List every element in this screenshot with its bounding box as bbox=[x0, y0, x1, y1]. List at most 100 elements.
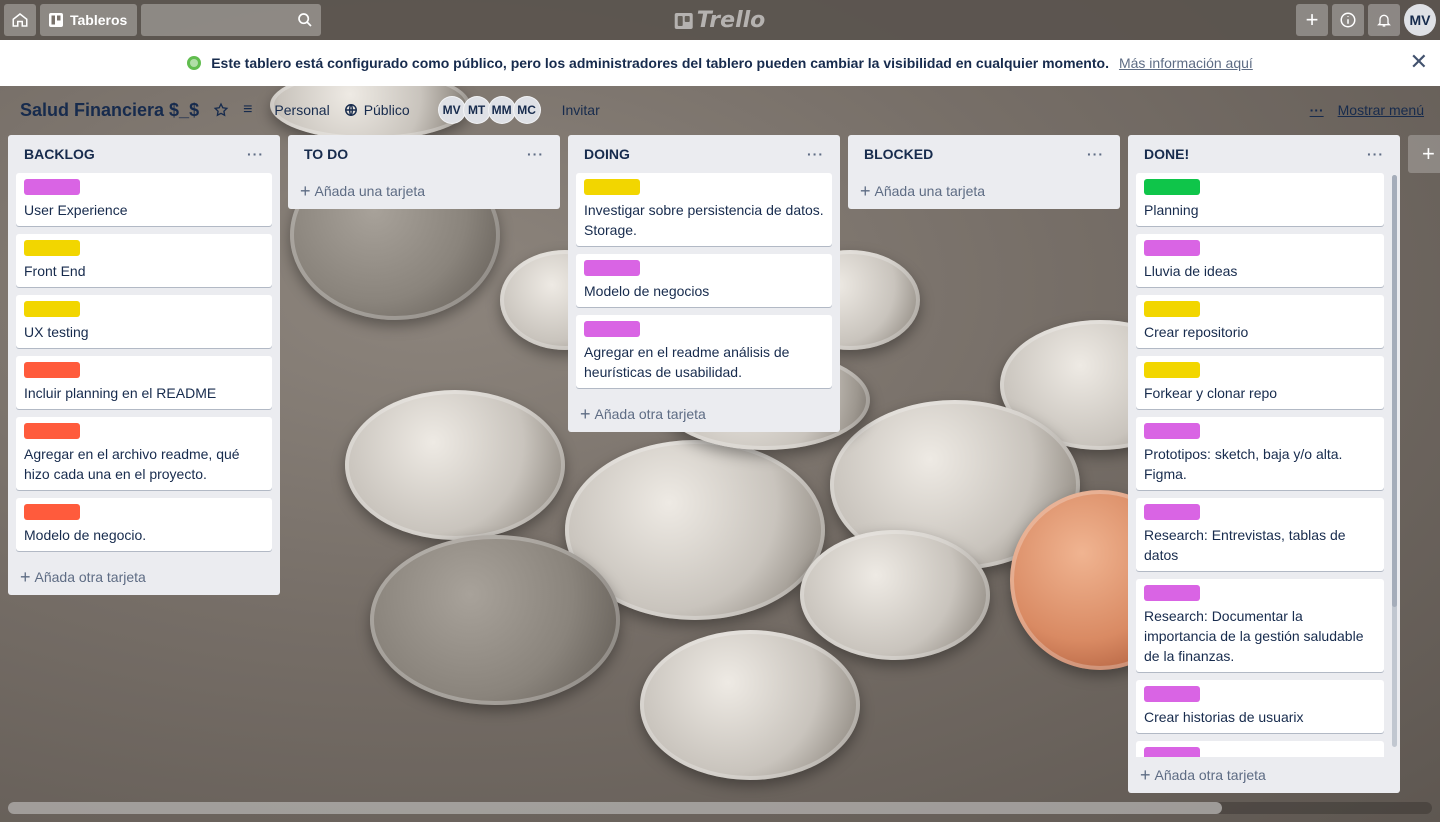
member-avatar[interactable]: MC bbox=[512, 96, 541, 124]
card[interactable]: Prototipos: sketch, baja y/o alta. Figma… bbox=[1136, 417, 1384, 490]
card-label[interactable] bbox=[584, 260, 640, 276]
card[interactable]: Lluvia de ideas bbox=[1136, 234, 1384, 287]
card-title: Modelo de negocio. bbox=[24, 527, 147, 543]
card[interactable]: UX testing bbox=[16, 295, 272, 348]
list-title[interactable]: TO DO bbox=[304, 146, 348, 162]
home-button[interactable] bbox=[4, 4, 36, 36]
card[interactable] bbox=[1136, 741, 1384, 757]
add-card-button[interactable]: + Añada otra tarjeta bbox=[16, 559, 272, 595]
card[interactable]: Research: Entrevistas, tablas de datos bbox=[1136, 498, 1384, 571]
card-label[interactable] bbox=[1144, 301, 1200, 317]
card[interactable]: Research: Documentar la importancia de l… bbox=[1136, 579, 1384, 672]
card[interactable]: Investigar sobre persistencia de datos. … bbox=[576, 173, 832, 246]
card[interactable]: Planning bbox=[1136, 173, 1384, 226]
card-label[interactable] bbox=[1144, 179, 1200, 195]
list-title[interactable]: DOING bbox=[584, 146, 630, 162]
card[interactable]: User Experience bbox=[16, 173, 272, 226]
card[interactable]: Modelo de negocios bbox=[576, 254, 832, 307]
notifications-button[interactable] bbox=[1368, 4, 1400, 36]
list-menu-icon[interactable]: ··· bbox=[1367, 146, 1384, 162]
list-scrollbar[interactable] bbox=[1392, 175, 1397, 747]
add-card-label: Añada una tarjeta bbox=[874, 183, 986, 199]
card-label[interactable] bbox=[1144, 423, 1200, 439]
menu-lines-icon: ≡ bbox=[243, 101, 253, 118]
card-title: Forkear y clonar repo bbox=[1144, 385, 1278, 401]
list-title[interactable]: BLOCKED bbox=[864, 146, 933, 162]
banner-message: Este tablero está configurado como públi… bbox=[211, 55, 1109, 71]
close-icon[interactable]: ✕ bbox=[1410, 51, 1428, 73]
add-list-button[interactable]: + bbox=[1408, 135, 1440, 173]
card[interactable]: Agregar en el readme análisis de heuríst… bbox=[576, 315, 832, 388]
card-title: Modelo de negocios bbox=[584, 283, 710, 299]
create-button[interactable]: + bbox=[1296, 4, 1328, 36]
card-label[interactable] bbox=[24, 362, 80, 378]
member-avatar[interactable]: MM bbox=[487, 96, 516, 124]
card-title: Prototipos: sketch, baja y/o alta. Figma… bbox=[1144, 446, 1343, 482]
team-button[interactable]: ≡ Personal bbox=[243, 101, 330, 119]
list-title[interactable]: BACKLOG bbox=[24, 146, 95, 162]
globe-icon bbox=[344, 104, 357, 116]
add-card-button[interactable]: + Añada otra tarjeta bbox=[576, 396, 832, 432]
card-label[interactable] bbox=[1144, 686, 1200, 702]
list-done: DONE! ··· Planning Lluvia de ideas Crear… bbox=[1128, 135, 1400, 793]
card[interactable]: Modelo de negocio. bbox=[16, 498, 272, 551]
card[interactable]: Crear repositorio bbox=[1136, 295, 1384, 348]
plus-icon: + bbox=[1140, 764, 1151, 785]
card-label[interactable] bbox=[1144, 585, 1200, 601]
card-label[interactable] bbox=[24, 179, 80, 195]
boards-label: Tableros bbox=[70, 12, 128, 28]
card-label[interactable] bbox=[24, 301, 80, 317]
user-avatar[interactable]: MV bbox=[1404, 4, 1436, 36]
boards-button[interactable]: Tableros bbox=[40, 4, 138, 36]
card-label[interactable] bbox=[24, 504, 80, 520]
plus-icon: + bbox=[300, 180, 311, 201]
card-label[interactable] bbox=[1144, 747, 1200, 757]
card-label[interactable] bbox=[1144, 362, 1200, 378]
card-title: Research: Entrevistas, tablas de datos bbox=[1144, 527, 1346, 563]
info-button[interactable] bbox=[1332, 4, 1364, 36]
invite-button[interactable]: Invitar bbox=[562, 102, 600, 118]
trello-logo[interactable]: Trello bbox=[674, 8, 765, 33]
card[interactable]: Agregar en el archivo readme, qué hizo c… bbox=[16, 417, 272, 490]
star-button[interactable] bbox=[213, 102, 229, 118]
card-title: UX testing bbox=[24, 324, 89, 340]
add-card-button[interactable]: + Añada otra tarjeta bbox=[1136, 757, 1392, 793]
boards-icon bbox=[49, 13, 63, 27]
card-label[interactable] bbox=[24, 423, 80, 439]
card-label[interactable] bbox=[584, 321, 640, 337]
card-label[interactable] bbox=[24, 240, 80, 256]
add-card-button[interactable]: + Añada una tarjeta bbox=[856, 173, 1112, 209]
card-label[interactable] bbox=[1144, 504, 1200, 520]
list-backlog: BACKLOG ··· User Experience Front End UX… bbox=[8, 135, 280, 595]
card-label[interactable] bbox=[1144, 240, 1200, 256]
board-scrollbar[interactable] bbox=[8, 802, 1432, 814]
card-title: Crear historias de usuarix bbox=[1144, 709, 1304, 725]
plus-icon: + bbox=[580, 403, 591, 424]
list-title[interactable]: DONE! bbox=[1144, 146, 1189, 162]
card[interactable]: Incluir planning en el README bbox=[16, 356, 272, 409]
add-card-button[interactable]: + Añada una tarjeta bbox=[296, 173, 552, 209]
member-avatar[interactable]: MT bbox=[462, 96, 491, 124]
banner-link[interactable]: Más información aquí bbox=[1119, 55, 1253, 71]
add-card-label: Añada una tarjeta bbox=[314, 183, 426, 199]
board-title[interactable]: Salud Financiera $_$ bbox=[20, 100, 199, 121]
list-doing: DOING ··· Investigar sobre persistencia … bbox=[568, 135, 840, 432]
list-menu-icon[interactable]: ··· bbox=[527, 146, 544, 162]
list-menu-icon[interactable]: ··· bbox=[807, 146, 824, 162]
list-menu-icon[interactable]: ··· bbox=[247, 146, 264, 162]
board-scrollbar-thumb[interactable] bbox=[8, 802, 1222, 814]
card[interactable]: Forkear y clonar repo bbox=[1136, 356, 1384, 409]
list-menu-icon[interactable]: ··· bbox=[1087, 146, 1104, 162]
list-cards-scroll[interactable]: Planning Lluvia de ideas Crear repositor… bbox=[1136, 173, 1384, 757]
card-title: Lluvia de ideas bbox=[1144, 263, 1238, 279]
member-avatar[interactable]: MV bbox=[437, 96, 466, 124]
search-input[interactable] bbox=[141, 4, 322, 36]
card[interactable]: Front End bbox=[16, 234, 272, 287]
card-label[interactable] bbox=[584, 179, 640, 195]
visibility-button[interactable]: Público bbox=[344, 102, 410, 118]
card-title: Agregar en el archivo readme, qué hizo c… bbox=[24, 446, 240, 482]
list-scrollbar-thumb[interactable] bbox=[1392, 175, 1397, 607]
card[interactable]: Crear historias de usuarix bbox=[1136, 680, 1384, 733]
star-icon bbox=[213, 102, 229, 117]
show-menu-button[interactable]: ··· Mostrar menú bbox=[1310, 102, 1424, 118]
